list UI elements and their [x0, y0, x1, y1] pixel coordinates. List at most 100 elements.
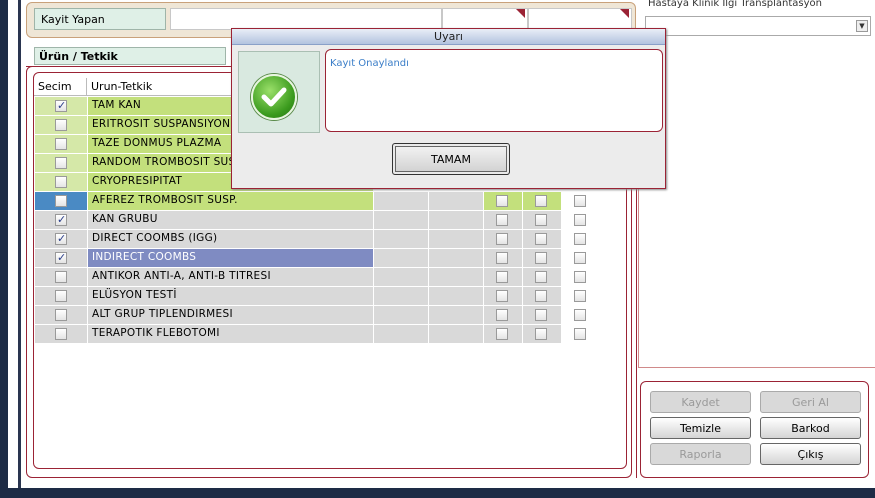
select-cell — [35, 268, 87, 286]
grid-cell — [374, 306, 428, 324]
option-checkbox[interactable] — [496, 328, 508, 340]
temizle-button[interactable]: Temizle — [650, 417, 751, 439]
grid-cell — [562, 192, 600, 210]
kaydet-button[interactable]: Kaydet — [650, 391, 751, 413]
header-field-2[interactable] — [528, 8, 632, 30]
table-row[interactable]: ANTIKOR ANTI-A, ANTI-B TITRESI — [35, 268, 600, 286]
grid-cell — [429, 230, 483, 248]
product-name: KAN GRUBU — [88, 211, 373, 229]
uyari-dialog: Uyarı Kayıt Onaylandı TAMAM — [231, 28, 666, 189]
option-checkbox[interactable] — [496, 309, 508, 321]
option-checkbox[interactable] — [574, 271, 586, 283]
grid-cell — [562, 287, 600, 305]
raporla-button[interactable]: Raporla — [650, 443, 751, 465]
option-checkbox[interactable] — [535, 195, 547, 207]
grid-cell — [562, 268, 600, 286]
option-checkbox[interactable] — [574, 309, 586, 321]
tamam-button[interactable]: TAMAM — [392, 143, 510, 175]
row-checkbox[interactable] — [55, 251, 67, 264]
table-row-selected[interactable]: INDIRECT COOMBS — [35, 249, 600, 267]
row-checkbox[interactable] — [55, 232, 67, 245]
option-checkbox[interactable] — [496, 233, 508, 245]
grid-cell — [429, 306, 483, 324]
dialog-icon-panel — [238, 51, 320, 133]
product-name: ALT GRUP TIPLENDIRMESI — [88, 306, 373, 324]
option-checkbox[interactable] — [496, 252, 508, 264]
row-checkbox[interactable] — [55, 213, 67, 226]
grid-cell — [484, 211, 522, 229]
option-checkbox[interactable] — [535, 290, 547, 302]
option-checkbox[interactable] — [574, 252, 586, 264]
option-checkbox[interactable] — [574, 233, 586, 245]
option-checkbox[interactable] — [496, 290, 508, 302]
option-checkbox[interactable] — [496, 214, 508, 226]
product-name: TERAPOTIK FLEBOTOMI — [88, 325, 373, 343]
grid-cell — [429, 192, 483, 210]
option-checkbox[interactable] — [535, 271, 547, 283]
option-checkbox[interactable] — [574, 195, 586, 207]
row-checkbox[interactable] — [55, 309, 67, 321]
select-cell — [35, 154, 87, 172]
table-row[interactable]: AFEREZ TROMBOSIT SUSP. — [35, 192, 600, 210]
grid-cell — [562, 306, 600, 324]
cikis-button[interactable]: Çıkış — [760, 443, 861, 465]
select-cell — [35, 192, 87, 210]
grid-cell — [484, 268, 522, 286]
flag-icon — [516, 9, 525, 18]
option-checkbox[interactable] — [574, 328, 586, 340]
right-panel-label: Hastaya Klinik İlgi Transplantasyon — [648, 0, 823, 9]
option-checkbox[interactable] — [535, 328, 547, 340]
grid-cell — [562, 230, 600, 248]
grid-cell — [429, 211, 483, 229]
row-checkbox[interactable] — [55, 138, 67, 150]
barkod-button[interactable]: Barkod — [760, 417, 861, 439]
header-field-1[interactable] — [442, 8, 528, 30]
table-row[interactable]: TERAPOTIK FLEBOTOMI — [35, 325, 600, 343]
grid-cell — [484, 192, 522, 210]
grid-cell — [523, 325, 561, 343]
grid-cell — [374, 287, 428, 305]
grid-cell — [562, 249, 600, 267]
option-checkbox[interactable] — [535, 214, 547, 226]
grid-cell — [374, 211, 428, 229]
right-panel-dropdown[interactable]: ▼ — [645, 16, 871, 36]
column-header-secim[interactable]: Secim — [34, 78, 87, 96]
row-checkbox[interactable] — [55, 195, 67, 207]
grid-cell — [374, 192, 428, 210]
option-checkbox[interactable] — [574, 214, 586, 226]
right-panel — [638, 40, 875, 368]
row-checkbox[interactable] — [55, 119, 67, 131]
option-checkbox[interactable] — [496, 271, 508, 283]
row-checkbox[interactable] — [55, 290, 67, 302]
option-checkbox[interactable] — [535, 252, 547, 264]
table-row[interactable]: DIRECT COOMBS (IGG) — [35, 230, 600, 248]
product-name: ANTIKOR ANTI-A, ANTI-B TITRESI — [88, 268, 373, 286]
chevron-down-icon[interactable]: ▼ — [856, 20, 868, 32]
grid-cell — [562, 325, 600, 343]
grid-cell — [523, 268, 561, 286]
option-checkbox[interactable] — [535, 309, 547, 321]
select-cell — [35, 135, 87, 153]
row-checkbox[interactable] — [55, 328, 67, 340]
table-row[interactable]: KAN GRUBU — [35, 211, 600, 229]
table-row[interactable]: ALT GRUP TIPLENDIRMESI — [35, 306, 600, 324]
option-checkbox[interactable] — [535, 233, 547, 245]
grid-cell — [484, 230, 522, 248]
row-checkbox[interactable] — [55, 271, 67, 283]
grid-cell — [484, 249, 522, 267]
row-checkbox[interactable] — [55, 99, 67, 112]
select-cell — [35, 116, 87, 134]
row-checkbox[interactable] — [55, 176, 67, 188]
grid-cell — [374, 230, 428, 248]
option-checkbox[interactable] — [574, 290, 586, 302]
row-checkbox[interactable] — [55, 157, 67, 169]
geri-al-button[interactable]: Geri Al — [760, 391, 861, 413]
table-row[interactable]: ELÜSYON TESTİ — [35, 287, 600, 305]
option-checkbox[interactable] — [496, 195, 508, 207]
kayit-yapan-label: Kayit Yapan — [34, 8, 166, 30]
kayit-yapan-field[interactable] — [170, 8, 442, 30]
grid-cell — [484, 306, 522, 324]
grid-cell — [484, 287, 522, 305]
flag-icon — [620, 9, 629, 18]
grid-cell — [562, 211, 600, 229]
